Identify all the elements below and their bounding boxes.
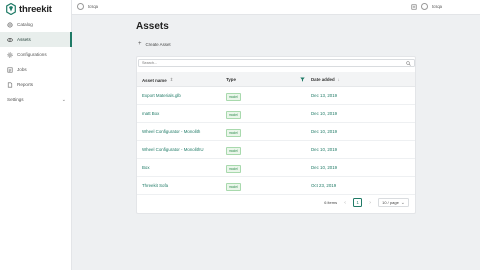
page-size-label: 10 / page [382, 200, 399, 205]
asset-name-link[interactable]: Threekit Sofa [142, 183, 168, 188]
sidebar-item-jobs[interactable]: Jobs [0, 62, 72, 77]
asset-name-link[interactable]: Wheel Configurator - MonolithU [142, 147, 204, 152]
sidebar-item-label: Reports [17, 82, 34, 87]
org-avatar-icon [77, 3, 84, 10]
sidebar-item-configurations[interactable]: Configurations [0, 47, 72, 62]
table-row[interactable]: Wheel Configurator - Monolith model Dec … [137, 123, 415, 141]
type-badge: model [226, 147, 241, 155]
assets-table-card: Asset name ⇕ Type Date added ↓ Export Ma… [136, 56, 416, 214]
search-icon[interactable] [406, 61, 411, 66]
next-page-button[interactable]: › [367, 200, 373, 206]
page-title: Assets [136, 21, 169, 32]
search-input[interactable] [138, 59, 415, 67]
table-row[interactable]: Export Materials.glb model Dec 13, 2019 [137, 87, 415, 105]
org-name: tcsqa [88, 4, 99, 9]
table-row[interactable]: matt Box model Dec 10, 2019 [137, 105, 415, 123]
user-name[interactable]: tcsqa [432, 4, 442, 9]
sidebar-nav: Catalog Assets Configurations Jobs Repor… [0, 17, 72, 107]
filter-icon[interactable] [300, 77, 305, 82]
type-badge: model [226, 93, 241, 101]
sort-descending-icon: ↓ [337, 77, 340, 82]
sidebar-item-settings[interactable]: Settings ⌄ [0, 92, 72, 107]
sidebar-item-label: Jobs [17, 67, 27, 72]
asset-name-link[interactable]: Export Materials.glb [142, 93, 181, 98]
chevron-down-icon: ⌄ [400, 199, 405, 206]
sidebar-item-assets[interactable]: Assets [0, 32, 72, 47]
table-header: Asset name ⇕ Type Date added ↓ [137, 72, 415, 87]
threekit-logo-icon [6, 3, 16, 15]
assets-icon [7, 37, 13, 43]
pagination-total: 6 items [324, 200, 338, 205]
user-avatar[interactable] [420, 3, 428, 10]
sidebar: threekit Catalog Assets Configurations J… [0, 0, 72, 270]
table-row[interactable]: Threekit Sofa model Oct 23, 2019 [137, 177, 415, 195]
asset-name-link[interactable]: matt Box [142, 111, 159, 116]
create-asset-label: Create Asset [145, 41, 171, 47]
configurations-icon [7, 51, 13, 58]
pagination: 6 items ‹ 1 › 10 / page ⌄ [324, 198, 409, 207]
sidebar-item-label: Settings [7, 97, 24, 102]
plus-icon: + [138, 41, 142, 47]
user-menu: tcsqa [411, 3, 442, 10]
date-added: Oct 23, 2019 [311, 183, 337, 188]
type-badge: model [226, 165, 241, 173]
table-row[interactable]: Wheel Configurator - MonolithU model Dec… [137, 141, 415, 159]
date-added: Dec 10, 2019 [311, 129, 338, 134]
brand-name: threekit [19, 3, 52, 15]
create-asset-button[interactable]: + Create Asset [138, 41, 171, 47]
previous-page-button[interactable]: ‹ [342, 200, 348, 206]
jobs-icon [7, 67, 13, 73]
sidebar-item-label: Catalog [17, 22, 33, 27]
sidebar-item-reports[interactable]: Reports [0, 77, 72, 92]
sidebar-item-label: Configurations [17, 52, 47, 57]
column-header-date-added[interactable]: Date added ↓ [311, 77, 340, 82]
sidebar-item-label: Assets [17, 37, 31, 42]
asset-name-link[interactable]: Box [142, 165, 150, 170]
column-header-asset-name[interactable]: Asset name ⇕ [142, 77, 173, 83]
sort-icon: ⇕ [169, 77, 174, 82]
date-added: Dec 10, 2019 [311, 147, 338, 152]
date-added: Dec 10, 2019 [311, 165, 338, 170]
page-size-select[interactable]: 10 / page ⌄ [378, 198, 409, 207]
chevron-down-icon: ⌄ [61, 96, 66, 103]
type-badge: model [226, 111, 241, 119]
top-bar: tcsqa tcsqa [72, 0, 480, 15]
date-added: Dec 10, 2019 [311, 111, 338, 116]
type-badge: model [226, 129, 241, 137]
brand-logo[interactable]: threekit [6, 2, 52, 16]
page-number-button[interactable]: 1 [353, 198, 363, 207]
catalog-icon [7, 21, 13, 28]
table-row[interactable]: Box model Dec 10, 2019 [137, 159, 415, 177]
type-badge: model [226, 183, 241, 191]
asset-name-link[interactable]: Wheel Configurator - Monolith [142, 129, 200, 134]
column-header-type: Type [226, 77, 236, 82]
date-added: Dec 13, 2019 [311, 93, 338, 98]
sidebar-item-catalog[interactable]: Catalog [0, 17, 72, 32]
org-switcher[interactable]: tcsqa [77, 3, 98, 10]
reports-icon [7, 82, 13, 88]
notification-icon[interactable] [411, 4, 417, 10]
